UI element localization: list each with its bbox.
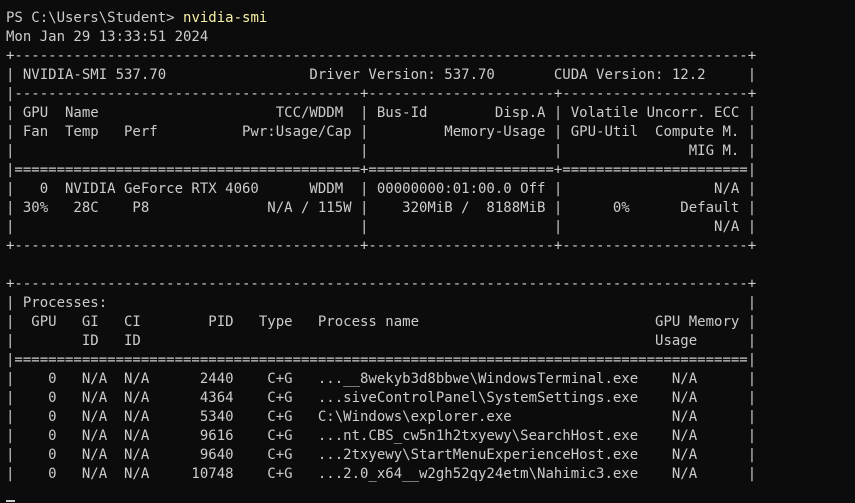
output-line: | | | N/A |: [6, 219, 757, 235]
output-line: | Fan Temp Perf Pwr:Usage/Cap | Memory-U…: [6, 124, 757, 140]
timestamp-line: Mon Jan 29 13:33:51 2024: [6, 29, 209, 45]
output-line: | 30% 28C P8 N/A / 115W | 320MiB / 8188M…: [6, 200, 757, 216]
prompt-text: PS C:\Users\Student>: [6, 10, 184, 26]
cursor-line: [6, 484, 855, 503]
output-line: |---------------------------------------…: [6, 86, 757, 102]
output-line: | 0 NVIDIA GeForce RTX 4060 WDDM | 00000…: [6, 181, 757, 197]
output-line: | 0 N/A N/A 5340 C+G C:\Windows\explorer…: [6, 409, 757, 425]
output-line: | 0 N/A N/A 9640 C+G ...2txyewy\StartMen…: [6, 447, 757, 463]
output-line: | 0 N/A N/A 4364 C+G ...siveControlPanel…: [6, 390, 757, 406]
output-line: | | | MIG M. |: [6, 143, 757, 159]
output-line: | GPU Name TCC/WDDM | Bus-Id Disp.A | Vo…: [6, 105, 757, 121]
command-text: nvidia-smi: [183, 10, 268, 26]
prompt-line: PS C:\Users\Student> nvidia-smi: [6, 9, 855, 28]
output-line: | NVIDIA-SMI 537.70 Driver Version: 537.…: [6, 67, 757, 83]
output-line: | 0 N/A N/A 10748 C+G ...2.0_x64__w2gh52…: [6, 466, 757, 482]
output-line: |=======================================…: [6, 352, 757, 368]
output-line: | 0 N/A N/A 9616 C+G ...nt.CBS_cw5n1h2tx…: [6, 428, 757, 444]
output-line: | Processes: |: [6, 295, 757, 311]
terminal-window[interactable]: PS C:\Users\Student> nvidia-smi Mon Jan …: [0, 0, 855, 503]
output-line: +---------------------------------------…: [6, 48, 757, 64]
output-line: | GPU GI CI PID Type Process name GPU Me…: [6, 314, 757, 330]
output-line: +---------------------------------------…: [6, 276, 757, 292]
text-cursor: [6, 500, 15, 502]
output-line: +---------------------------------------…: [6, 238, 757, 254]
output-line: | ID ID Usage |: [6, 333, 757, 349]
output-line: | 0 N/A N/A 2440 C+G ...__8wekyb3d8bbwe\…: [6, 371, 757, 387]
output-line: |=======================================…: [6, 162, 757, 178]
